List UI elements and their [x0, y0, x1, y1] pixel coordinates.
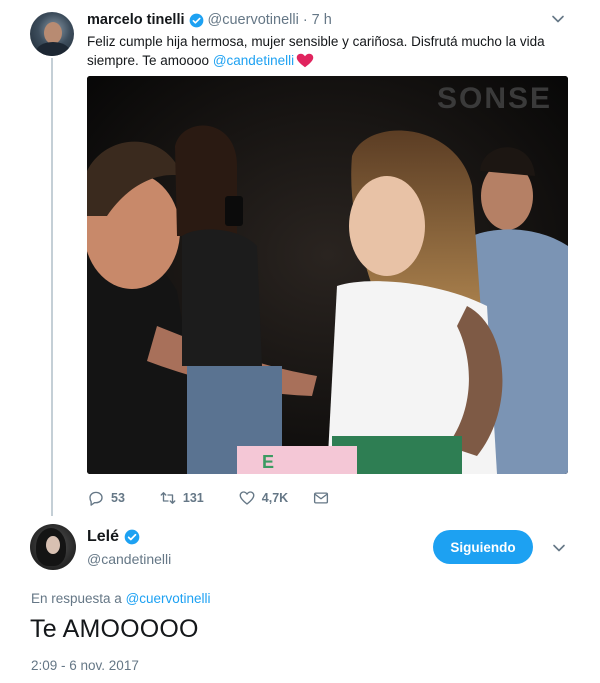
reply-icon	[89, 491, 103, 506]
tweet-text-line-1: Feliz cumple hija hermosa, mujer sensibl…	[87, 34, 545, 49]
tweet-text-line-2-body: siempre. Te amoooo	[87, 53, 213, 68]
tweet2-text: Te AMOOOOO	[30, 615, 199, 643]
separator-dot: ·	[302, 12, 308, 28]
verified-badge-icon	[124, 529, 140, 545]
like-action[interactable]: 4,7K	[238, 489, 288, 507]
tweet-photo[interactable]: SONSE E	[87, 76, 568, 474]
tweet-actions: 53 131 4,7K	[87, 489, 354, 507]
photo-illustration: SONSE E	[87, 76, 568, 474]
tweet-time[interactable]: 7 h	[312, 12, 332, 28]
tweet-text-line-2: siempre. Te amoooo @candetinelli	[87, 51, 557, 70]
chevron-down-icon[interactable]	[551, 12, 565, 26]
mention-link[interactable]: @candetinelli	[213, 53, 294, 68]
like-heart-icon	[239, 491, 255, 505]
reply-count: 53	[111, 491, 125, 505]
envelope-icon	[314, 492, 329, 504]
tweet2-header: Lelé	[87, 528, 140, 546]
tweet-timestamp[interactable]: 2:09 - 6 nov. 2017	[31, 658, 139, 673]
direct-message-action[interactable]	[312, 489, 330, 507]
heart-emoji-icon	[296, 53, 314, 68]
display-name[interactable]: Lelé	[87, 528, 119, 546]
handle[interactable]: @candetinelli	[87, 551, 171, 567]
svg-text:SONSE: SONSE	[437, 82, 552, 115]
verified-badge-icon	[189, 13, 203, 27]
display-name[interactable]: marcelo tinelli	[87, 12, 185, 28]
reply-context: En respuesta a @cuervotinelli	[31, 591, 211, 606]
reply-action[interactable]: 53	[87, 489, 125, 507]
retweet-icon	[160, 492, 176, 504]
avatar-lele[interactable]	[30, 524, 76, 570]
reply-mention-link[interactable]: @cuervotinelli	[126, 591, 211, 606]
chevron-down-icon[interactable]	[552, 541, 566, 555]
like-count: 4,7K	[261, 491, 289, 505]
tweet-header: marcelo tinelli @cuervotinelli · 7 h	[87, 12, 332, 28]
retweet-count: 131	[182, 491, 204, 505]
tweet-text: Feliz cumple hija hermosa, mujer sensibl…	[87, 32, 557, 70]
handle[interactable]: @cuervotinelli	[208, 12, 299, 28]
svg-text:E: E	[262, 452, 274, 472]
thread-line	[51, 58, 53, 516]
following-button[interactable]: Siguiendo	[433, 530, 533, 564]
avatar-marcelo[interactable]	[30, 12, 74, 56]
reply-prefix: En respuesta a	[31, 591, 126, 606]
retweet-action[interactable]: 131	[159, 489, 204, 507]
